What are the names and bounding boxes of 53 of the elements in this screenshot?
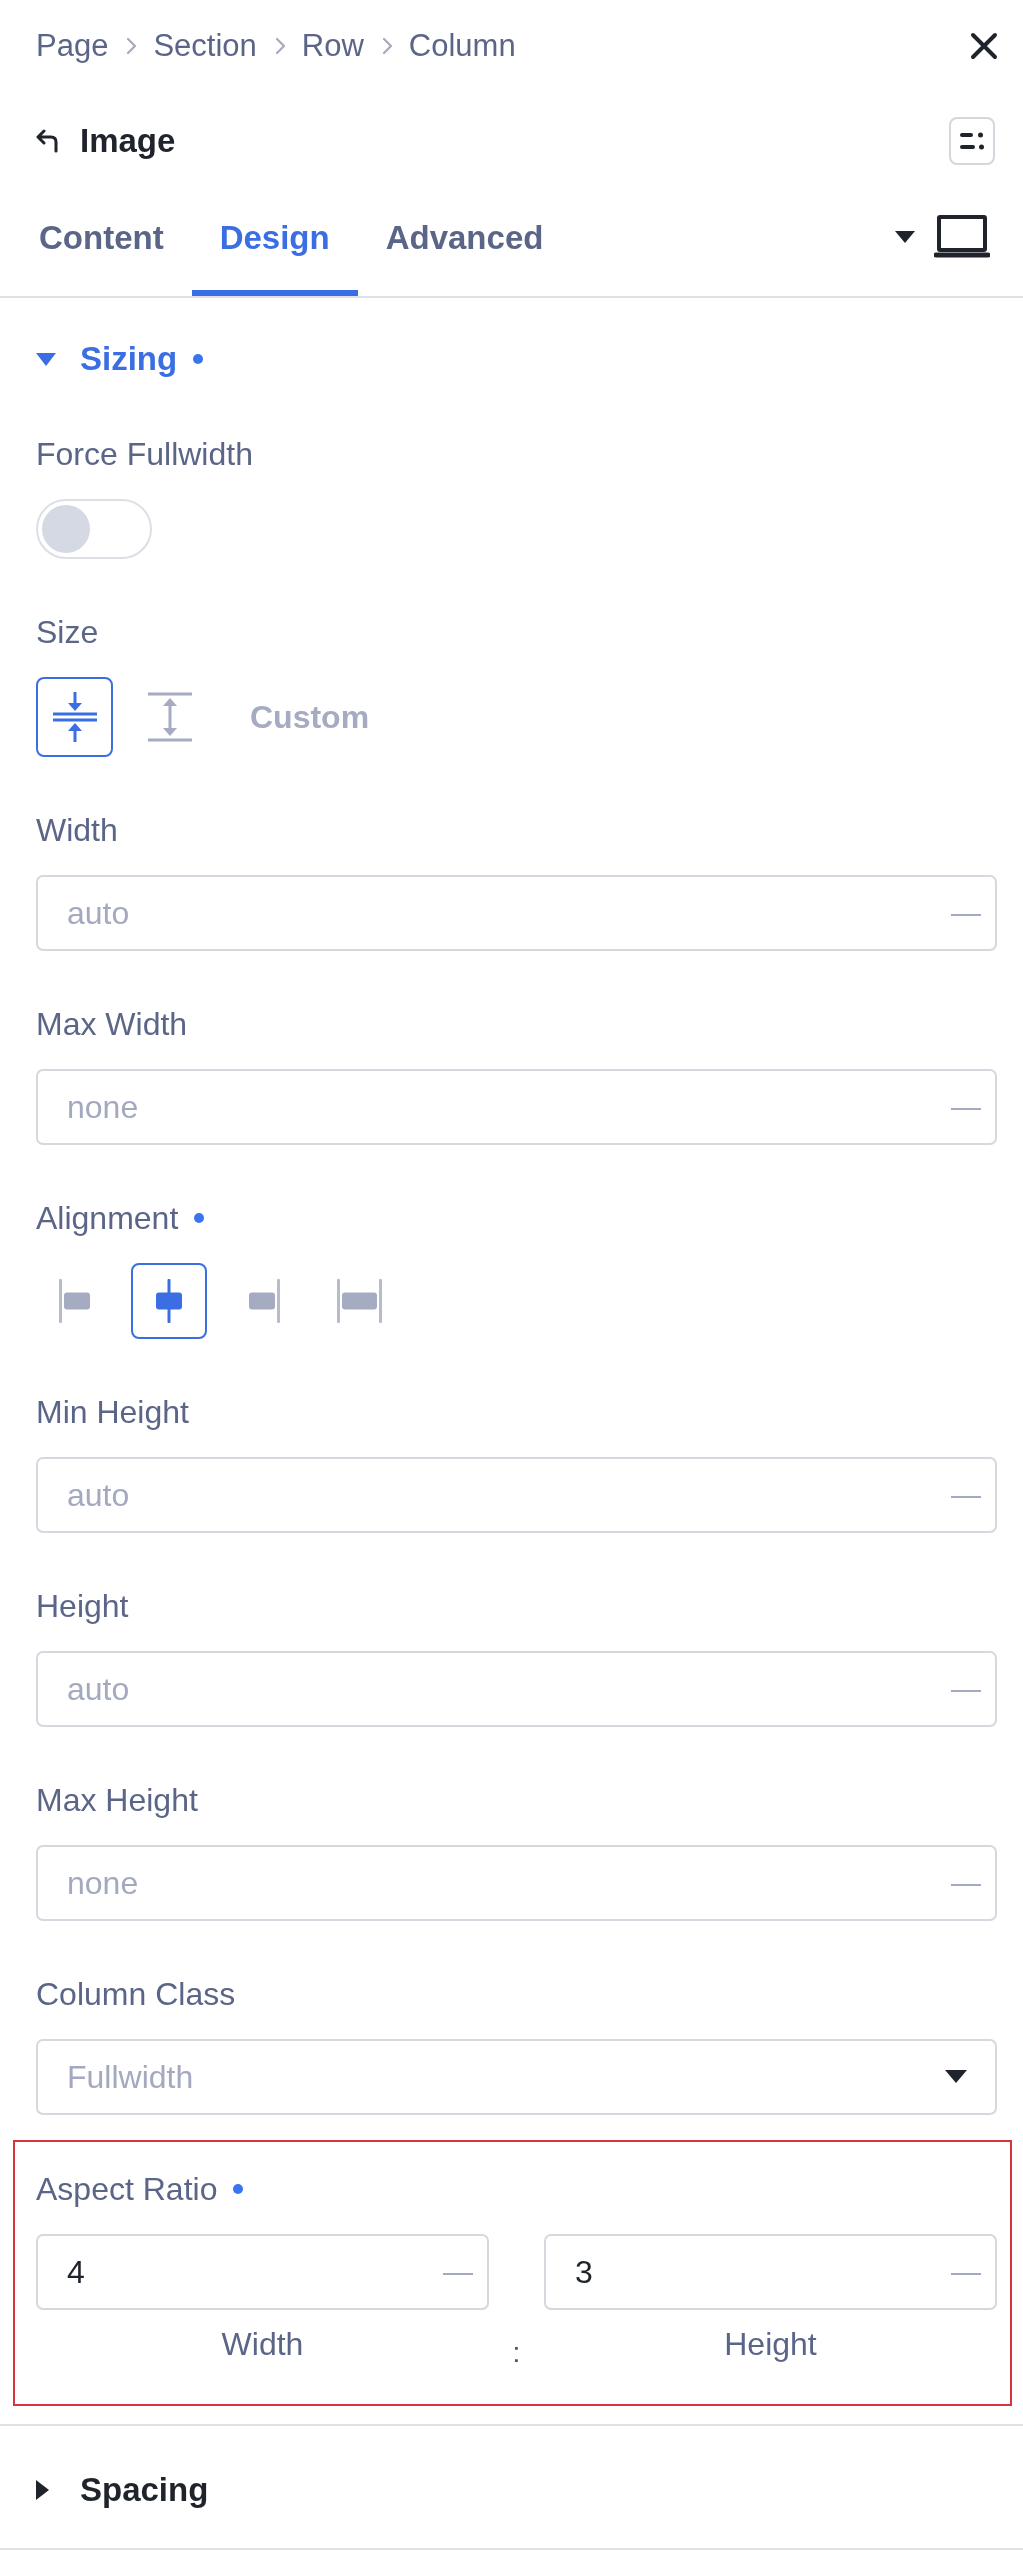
panel-title: Image	[80, 121, 176, 161]
field-label: Width	[36, 811, 118, 850]
unit-selector[interactable]: —	[951, 1669, 981, 1709]
unit-selector[interactable]: —	[951, 1475, 981, 1515]
caret-icon	[36, 2480, 49, 2500]
close-icon[interactable]	[970, 32, 998, 60]
caret-icon	[895, 231, 915, 243]
field-label: Column Class	[36, 1975, 236, 2014]
view-toggle-button[interactable]	[949, 117, 995, 165]
chevron-icon	[381, 37, 393, 55]
unit-selector[interactable]: —	[951, 893, 981, 933]
section-header[interactable]: Spacing	[36, 2470, 209, 2510]
size-option-button[interactable]	[36, 677, 113, 757]
toggle-switch[interactable]	[36, 499, 152, 559]
breadcrumb-link[interactable]: Page	[36, 26, 109, 66]
field-label: Min Height	[36, 1393, 189, 1432]
field-label: Aspect Ratio	[36, 2170, 218, 2209]
align-left-icon	[58, 1279, 90, 1323]
tab[interactable]: Design	[191, 196, 358, 296]
tab[interactable]: Advanced	[357, 196, 572, 296]
field-label: Height	[36, 1587, 129, 1626]
tab[interactable]: Content	[11, 196, 192, 296]
field-label: Size	[36, 613, 99, 652]
ratio-separator: :	[512, 2342, 521, 2364]
align-right-icon	[248, 1279, 280, 1323]
unit-selector[interactable]: —	[951, 1087, 981, 1127]
field-caption: Width	[221, 2325, 304, 2364]
breadcrumb-link[interactable]: Row	[301, 26, 364, 66]
section-header[interactable]: Sizing	[36, 339, 204, 379]
laptop-icon	[934, 215, 990, 259]
alignment-option-button[interactable]	[131, 1263, 207, 1339]
breadcrumb-link[interactable]: Section	[153, 26, 257, 66]
caret-icon	[36, 352, 56, 366]
dash-dot-icon	[960, 131, 984, 151]
align-center-icon	[156, 1279, 182, 1323]
field-label: Max Width	[36, 1005, 188, 1044]
field-label: Max Height	[36, 1781, 198, 1820]
field-caption: Height	[724, 2325, 817, 2364]
stretch-icon	[336, 1279, 382, 1323]
back-arrow-icon[interactable]	[36, 129, 59, 153]
compress-vertical-icon	[52, 692, 97, 742]
unit-selector[interactable]: —	[951, 2252, 981, 2292]
select-field[interactable]: Fullwidth	[36, 2039, 997, 2115]
unit-selector[interactable]: —	[951, 1863, 981, 1903]
device-dropdown-button[interactable]	[895, 215, 990, 259]
caret-icon	[945, 2070, 967, 2083]
breadcrumb-link[interactable]: Column	[408, 26, 516, 66]
field-label: Force Fullwidth	[36, 435, 253, 474]
field-label: Alignment	[36, 1199, 179, 1238]
chevron-icon	[126, 37, 138, 55]
chevron-icon	[274, 37, 286, 55]
expand-vertical-icon	[147, 692, 192, 742]
unit-selector[interactable]: —	[443, 2252, 473, 2292]
